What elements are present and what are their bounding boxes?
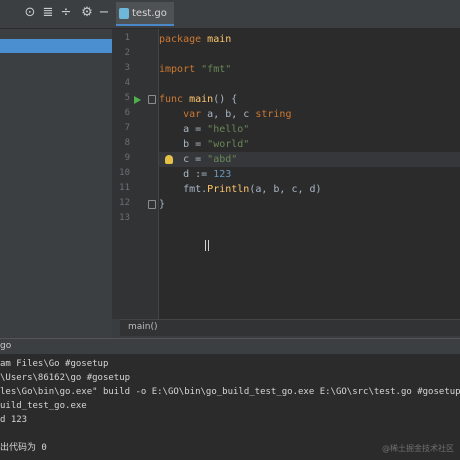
code-token: (a, b, c, d) <box>249 184 322 195</box>
output-line: uild_test_go.exe <box>0 401 87 411</box>
output-line: \Users\86162\go #gosetup <box>0 373 131 383</box>
minus-icon[interactable]: − <box>97 6 111 20</box>
run-panel-header: go <box>0 338 460 355</box>
tab-test-go[interactable]: test.go <box>116 2 174 26</box>
watermark-text: @稀土掘金技术社区 <box>382 444 454 453</box>
code-token: package <box>159 34 208 45</box>
code-editor[interactable]: package main import "fmt" func main() { va… <box>159 29 460 319</box>
line-number: 6 <box>124 108 130 118</box>
code-token: 123 <box>213 169 232 180</box>
expand-icon[interactable]: ÷ <box>59 6 73 20</box>
code-token: a, b, c <box>207 109 256 120</box>
line-number: 8 <box>124 138 130 148</box>
target-icon[interactable]: ⊙ <box>23 6 37 20</box>
line-number: 13 <box>119 213 130 223</box>
code-token: d := <box>159 169 214 180</box>
line-gutter: 1 2 3 4 5 6 7 8 9 10 11 12 13 <box>112 29 159 319</box>
breadcrumb: main() <box>120 319 460 336</box>
code-line: package main <box>159 32 460 47</box>
run-output: @稀土掘金技术社区 am Files\Go #gosetup \Users\861… <box>0 354 460 460</box>
gear-icon[interactable]: ⚙ <box>80 6 94 20</box>
code-line: c = "abd" <box>159 152 460 167</box>
code-token: string <box>255 109 292 120</box>
code-token: fmt. <box>159 184 208 195</box>
output-line: 出代码为 0 <box>0 443 47 453</box>
line-number: 1 <box>124 33 130 43</box>
line-number: 4 <box>124 78 130 88</box>
line-number: 3 <box>124 63 130 73</box>
code-token: } <box>159 199 166 210</box>
code-token: () { <box>213 94 238 105</box>
code-line: } <box>159 197 460 212</box>
go-file-icon <box>119 8 129 19</box>
code-token: a = <box>159 124 208 135</box>
line-number: 7 <box>124 123 130 133</box>
breadcrumb-item-main[interactable]: main() <box>128 322 158 332</box>
tab-label: test.go <box>132 8 167 19</box>
code-token: main <box>189 94 214 105</box>
line-number: 11 <box>119 183 130 193</box>
collapse-icon[interactable]: ≣ <box>41 6 55 20</box>
code-token: import <box>159 64 202 75</box>
lightbulb-icon[interactable] <box>165 155 173 164</box>
code-token: "fmt" <box>201 64 232 75</box>
selected-tree-item[interactable] <box>0 39 112 53</box>
code-line: var a, b, c string <box>159 107 460 122</box>
output-line: am Files\Go #gosetup <box>0 359 109 369</box>
code-line: d := 123 <box>159 167 460 182</box>
code-token: "world" <box>207 139 250 150</box>
output-line: les\Go\bin\go.exe" build -o E:\GO\bin\go… <box>0 387 460 397</box>
code-line: a = "hello" <box>159 122 460 137</box>
code-token: "hello" <box>207 124 250 135</box>
line-number: 10 <box>119 168 130 178</box>
text-cursor <box>205 240 209 251</box>
code-token: Println <box>207 184 250 195</box>
line-number: 12 <box>119 198 130 208</box>
code-line: b = "world" <box>159 137 460 152</box>
code-token: "abd" <box>207 154 238 165</box>
output-line: d 123 <box>0 415 28 425</box>
code-line: import "fmt" <box>159 62 460 77</box>
code-token: func <box>159 94 190 105</box>
code-token: b = <box>159 139 208 150</box>
project-panel <box>0 29 112 339</box>
code-line: fmt.Println(a, b, c, d) <box>159 182 460 197</box>
run-panel-title[interactable]: go <box>0 341 11 351</box>
line-number: 2 <box>124 48 130 58</box>
fold-icon[interactable] <box>148 95 156 104</box>
line-number: 5 <box>124 93 130 103</box>
code-token: var <box>159 109 208 120</box>
fold-icon[interactable] <box>148 200 156 209</box>
code-line: func main() { <box>159 92 460 107</box>
run-icon[interactable] <box>134 96 141 104</box>
code-token: main <box>207 34 232 45</box>
line-number: 9 <box>124 153 130 163</box>
editor-toolbar: ⊙ ≣ ÷ ⚙ − test.go <box>0 0 460 29</box>
